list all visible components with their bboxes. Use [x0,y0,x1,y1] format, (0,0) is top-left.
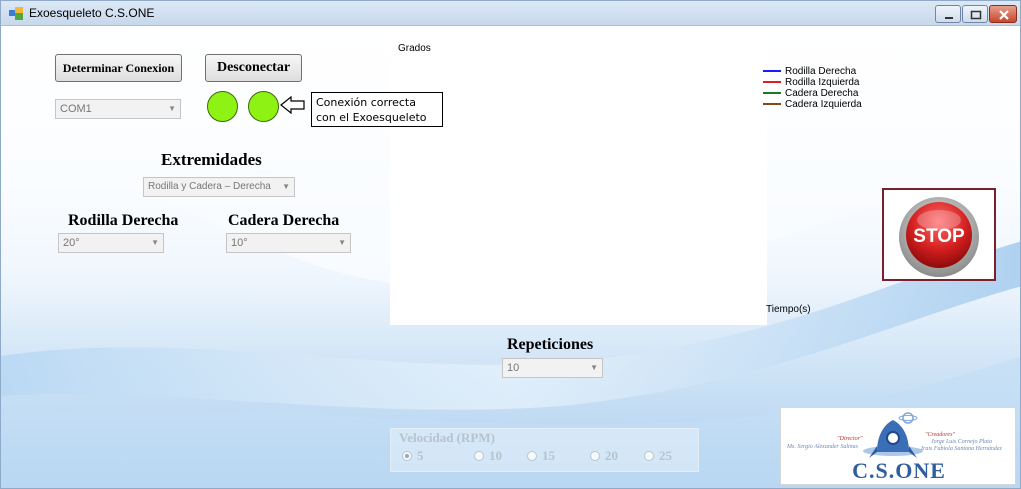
chart-plot-area [390,26,767,325]
chevron-down-icon: ▼ [590,363,598,372]
legend-item: Rodilla Derecha [763,66,862,77]
director-title: "Director" [837,436,863,442]
repetitions-title: Repeticiones [507,336,594,353]
chevron-down-icon: ▼ [168,104,176,113]
maximize-button[interactable] [962,5,988,23]
port-select[interactable]: COM1 ▼ [55,99,181,119]
stop-button[interactable]: STOP [882,188,996,281]
speed-option-10[interactable]: 10 [474,448,502,464]
legend-swatch [763,92,781,95]
disconnect-button[interactable]: Desconectar [205,54,302,82]
title-bar[interactable]: Exoesqueleto C.S.ONE [1,1,1020,26]
legend-swatch [763,81,781,84]
chart-x-label: Tiempo(s) [766,304,811,315]
speed-option-label: 20 [605,448,618,463]
window-title: Exoesqueleto C.S.ONE [29,6,155,20]
speed-option-20[interactable]: 20 [590,448,618,464]
close-icon [999,10,1009,20]
minimize-button[interactable] [935,5,961,23]
creators-title: "Creadores" [925,432,955,438]
legend-item: Cadera Derecha [763,88,862,99]
speed-option-15[interactable]: 15 [527,448,555,464]
chevron-down-icon: ▼ [282,182,290,191]
client-area: Grados Tiempo(s) Rodilla Derecha Rodilla… [1,26,1020,488]
brand-name: C.S.ONE [852,458,946,483]
chevron-down-icon: ▼ [338,238,346,247]
arrow-left-icon [280,95,305,115]
creator-name: Irais Fabiola Santana Hernández [921,446,1002,452]
speed-option-25[interactable]: 25 [644,448,672,464]
app-icon [9,7,23,20]
speed-option-label: 15 [542,448,555,463]
radio-icon [474,451,484,461]
knee-angle-select[interactable]: 20° ▼ [58,233,164,253]
director-name: Ms. Sergio Alexander Salinas [787,444,858,450]
legend-item: Cadera Izquierda [763,99,862,110]
radio-icon [590,451,600,461]
status-led [207,91,238,122]
hip-angle-select[interactable]: 10° ▼ [226,233,351,253]
radio-selected-icon [402,451,412,461]
close-button[interactable] [989,5,1017,23]
legend-label: Rodilla Derecha [785,66,857,77]
legend-label: Cadera Izquierda [785,99,862,110]
repetitions-select[interactable]: 10 ▼ [502,358,603,378]
knee-angle-value: 20° [63,237,80,249]
maximize-icon [970,10,982,20]
speed-group: Velocidad (RPM) 5 10 15 20 25 [390,428,699,472]
speed-option-5[interactable]: 5 [402,448,424,464]
stop-label: STOP [913,226,965,247]
hip-angle-value: 10° [231,237,248,249]
legend-swatch [763,70,781,73]
creator-name: Jorge Luis Cornejo Plata [931,439,992,445]
minimize-icon [945,17,953,19]
speed-option-label: 10 [489,448,502,463]
port-select-value: COM1 [60,103,92,115]
speed-title: Velocidad (RPM) [399,430,495,445]
speed-option-label: 25 [659,448,672,463]
legend-swatch [763,103,781,106]
chevron-down-icon: ▼ [151,238,159,247]
legend-label: Cadera Derecha [785,88,859,99]
status-led [248,91,279,122]
knee-title: Rodilla Derecha [68,212,179,229]
determine-connection-button[interactable]: Determinar Conexion [55,54,182,82]
repetitions-value: 10 [507,362,520,374]
cs-one-logo: "Director" Ms. Sergio Alexander Salinas … [780,407,1016,485]
legend-label: Rodilla Izquierda [785,77,860,88]
extremities-select-value: Rodilla y Cadera – Derecha [148,181,271,192]
radio-icon [644,451,654,461]
speed-option-label: 5 [417,448,424,463]
extremities-select[interactable]: Rodilla y Cadera – Derecha ▼ [143,177,295,197]
chart-legend: Rodilla Derecha Rodilla Izquierda Cadera… [763,66,862,110]
legend-item: Rodilla Izquierda [763,77,862,88]
connection-status-message: Conexión correcta con el Exoesqueleto [311,92,443,127]
chart-y-label: Grados [398,43,431,54]
radio-icon [527,451,537,461]
extremities-title: Extremidades [161,150,262,169]
app-window: Exoesqueleto C.S.ONE Grados Tiempo(s) Ro… [0,0,1021,489]
hip-title: Cadera Derecha [228,212,340,229]
